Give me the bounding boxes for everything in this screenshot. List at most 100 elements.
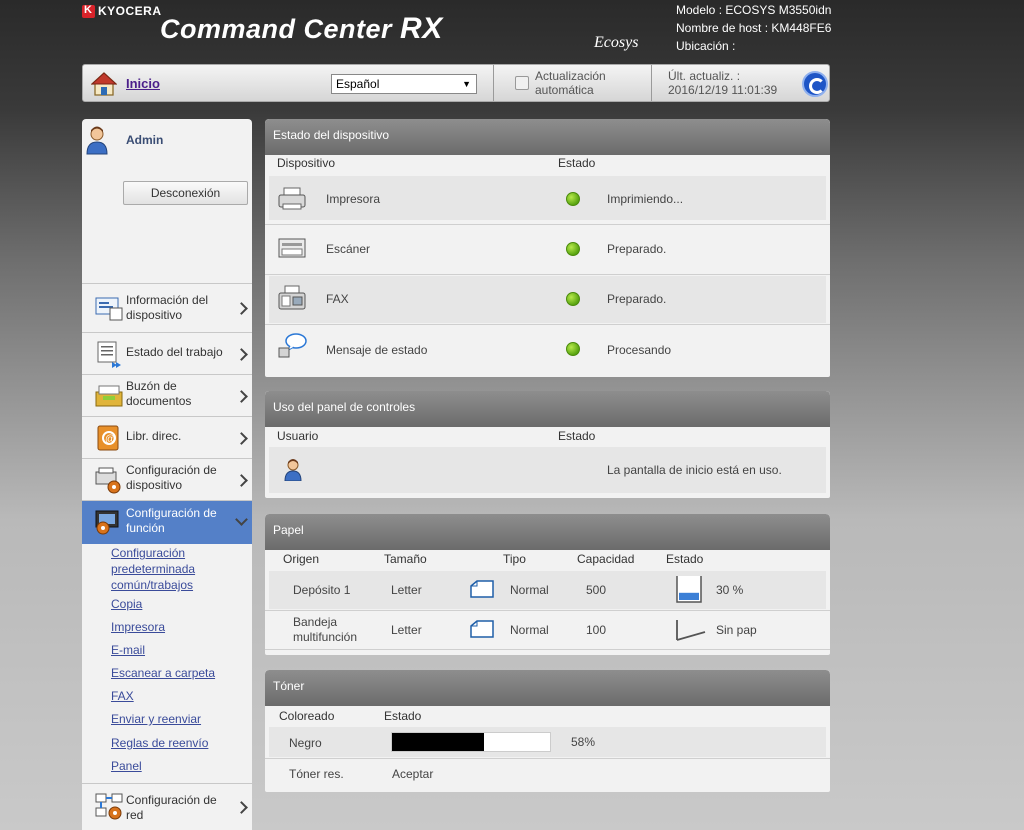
admin-user-icon (86, 126, 108, 155)
device-status: Procesando (607, 343, 672, 357)
function-settings-icon (95, 510, 119, 535)
sublink-common-defaults[interactable]: Configuración predeterminada común/traba… (111, 545, 246, 593)
device-settings-icon (95, 467, 121, 494)
brand-name: KYOCERA (98, 4, 162, 18)
language-select[interactable]: Español ▼ (331, 74, 477, 94)
ecosys-logo: Ecosys (594, 34, 639, 51)
column-header: Tipo (503, 552, 526, 566)
refresh-button[interactable] (802, 71, 828, 97)
panel-title: Papel (265, 514, 830, 550)
auto-update-checkbox[interactable] (515, 76, 529, 90)
sublink-send-forward[interactable]: Enviar y reenviar (111, 711, 246, 727)
toner-residual-value: Aceptar (392, 767, 434, 781)
column-header: Estado (384, 709, 422, 723)
location-text: Ubicación : (676, 39, 736, 53)
tray-fill (679, 592, 699, 600)
sidebar-item-device-info[interactable]: Información del dispositivo (82, 283, 252, 332)
network-settings-icon (95, 793, 123, 820)
column-header: Capacidad (577, 552, 635, 566)
sidebar-item-document-box[interactable]: Buzón de documentos (82, 374, 252, 416)
kyocera-mark-icon (82, 4, 95, 18)
column-header: Dispositivo (277, 156, 336, 170)
divider (265, 224, 830, 225)
svg-text:@: @ (105, 434, 115, 445)
paper-source: Bandeja multifunción (293, 615, 358, 644)
hostname-text: Nombre de host : KM448FE6 (676, 21, 832, 35)
sublink-panel[interactable]: Panel (111, 758, 246, 774)
kyocera-logo: KYOCERA (82, 4, 162, 18)
tray-icon (676, 576, 702, 603)
toner-level-bar (391, 732, 551, 752)
logout-button[interactable]: Desconexión (123, 181, 248, 205)
column-header: Estado (558, 156, 596, 170)
sidebar-item-network-settings[interactable]: Configuración de red (82, 783, 252, 830)
paper-size: Letter (391, 583, 422, 597)
home-link[interactable]: Inicio (126, 76, 160, 91)
status-message-icon (278, 333, 307, 358)
paper-sheet-icon (470, 620, 494, 638)
paper-capacity: 100 (586, 623, 607, 637)
paper-sheet-icon (470, 580, 494, 598)
sidebar-item-device-settings[interactable]: Configuración de dispositivo (82, 458, 252, 500)
chevron-right-icon (235, 302, 248, 315)
divider (265, 610, 830, 611)
auto-update-label: Actualización automática (535, 69, 606, 97)
language-value: Español (336, 77, 380, 91)
device-name: Impresora (326, 192, 381, 206)
last-update-label: Últ. actualiz. : (668, 69, 741, 83)
printer-icon (278, 187, 306, 210)
paper-size: Letter (391, 623, 422, 637)
admin-name: Admin (126, 133, 164, 147)
status-indicator-icon (566, 192, 580, 206)
document-box-icon (95, 385, 123, 407)
sidebar-item-job-status[interactable]: Estado del trabajo (82, 332, 252, 374)
device-status-panel: Estado del dispositivo Dispositivo Estad… (265, 119, 830, 377)
sublink-scan-to-folder[interactable]: Escanear a carpeta (111, 665, 246, 681)
device-name: FAX (326, 292, 349, 306)
column-header: Tamaño (384, 552, 427, 566)
usage-status: La pantalla de inicio está en uso. (607, 463, 782, 477)
sublink-printer[interactable]: Impresora (111, 619, 246, 635)
divider (265, 324, 830, 325)
toolbar-divider (493, 65, 494, 101)
bypass-tray-icon (676, 620, 706, 641)
toner-color: Negro (289, 736, 322, 750)
sublink-forward-rules[interactable]: Reglas de reenvío (111, 735, 246, 751)
chevron-right-icon (235, 348, 248, 361)
toner-residual-label: Tóner res. (289, 767, 344, 781)
device-status: Preparado. (607, 292, 667, 306)
device-status: Preparado. (607, 242, 667, 256)
paper-type: Normal (510, 623, 549, 637)
user-icon (284, 459, 302, 481)
chevron-down-icon (235, 513, 248, 526)
fax-icon (278, 285, 306, 310)
sublink-copy[interactable]: Copia (111, 596, 246, 612)
sublink-fax[interactable]: FAX (111, 688, 246, 704)
divider (265, 649, 830, 650)
toner-panel: Tóner Coloreado Estado Negro 58% Tóner r… (265, 670, 830, 792)
sidebar-item-function-settings[interactable]: Configuración de función (82, 500, 252, 544)
column-header: Usuario (277, 429, 319, 443)
device-name: Mensaje de estado (326, 343, 428, 357)
chevron-right-icon (235, 390, 248, 403)
panel-title: Estado del dispositivo (265, 119, 830, 155)
panel-title: Uso del panel de controles (265, 391, 830, 427)
status-indicator-icon (566, 342, 580, 356)
panel-title: Tóner (265, 670, 830, 706)
device-name: Escáner (326, 242, 371, 256)
product-title: Command Center RX (160, 12, 443, 45)
device-info-icon (95, 297, 123, 321)
paper-type: Normal (510, 583, 549, 597)
tray-level-gauge (675, 574, 703, 604)
model-text: Modelo : ECOSYS M3550idn (676, 3, 832, 17)
toner-level-fill (392, 733, 484, 751)
toner-level-label: 58% (571, 735, 596, 749)
device-status: Imprimiendo... (607, 192, 684, 206)
sublink-email[interactable]: E-mail (111, 642, 246, 658)
chevron-right-icon (235, 432, 248, 445)
column-header: Estado (558, 429, 596, 443)
home-icon[interactable] (91, 71, 117, 97)
column-header: Estado (666, 552, 704, 566)
sidebar-item-address-book[interactable]: @ Libr. direc. (82, 416, 252, 458)
toolbar-divider (651, 65, 652, 101)
